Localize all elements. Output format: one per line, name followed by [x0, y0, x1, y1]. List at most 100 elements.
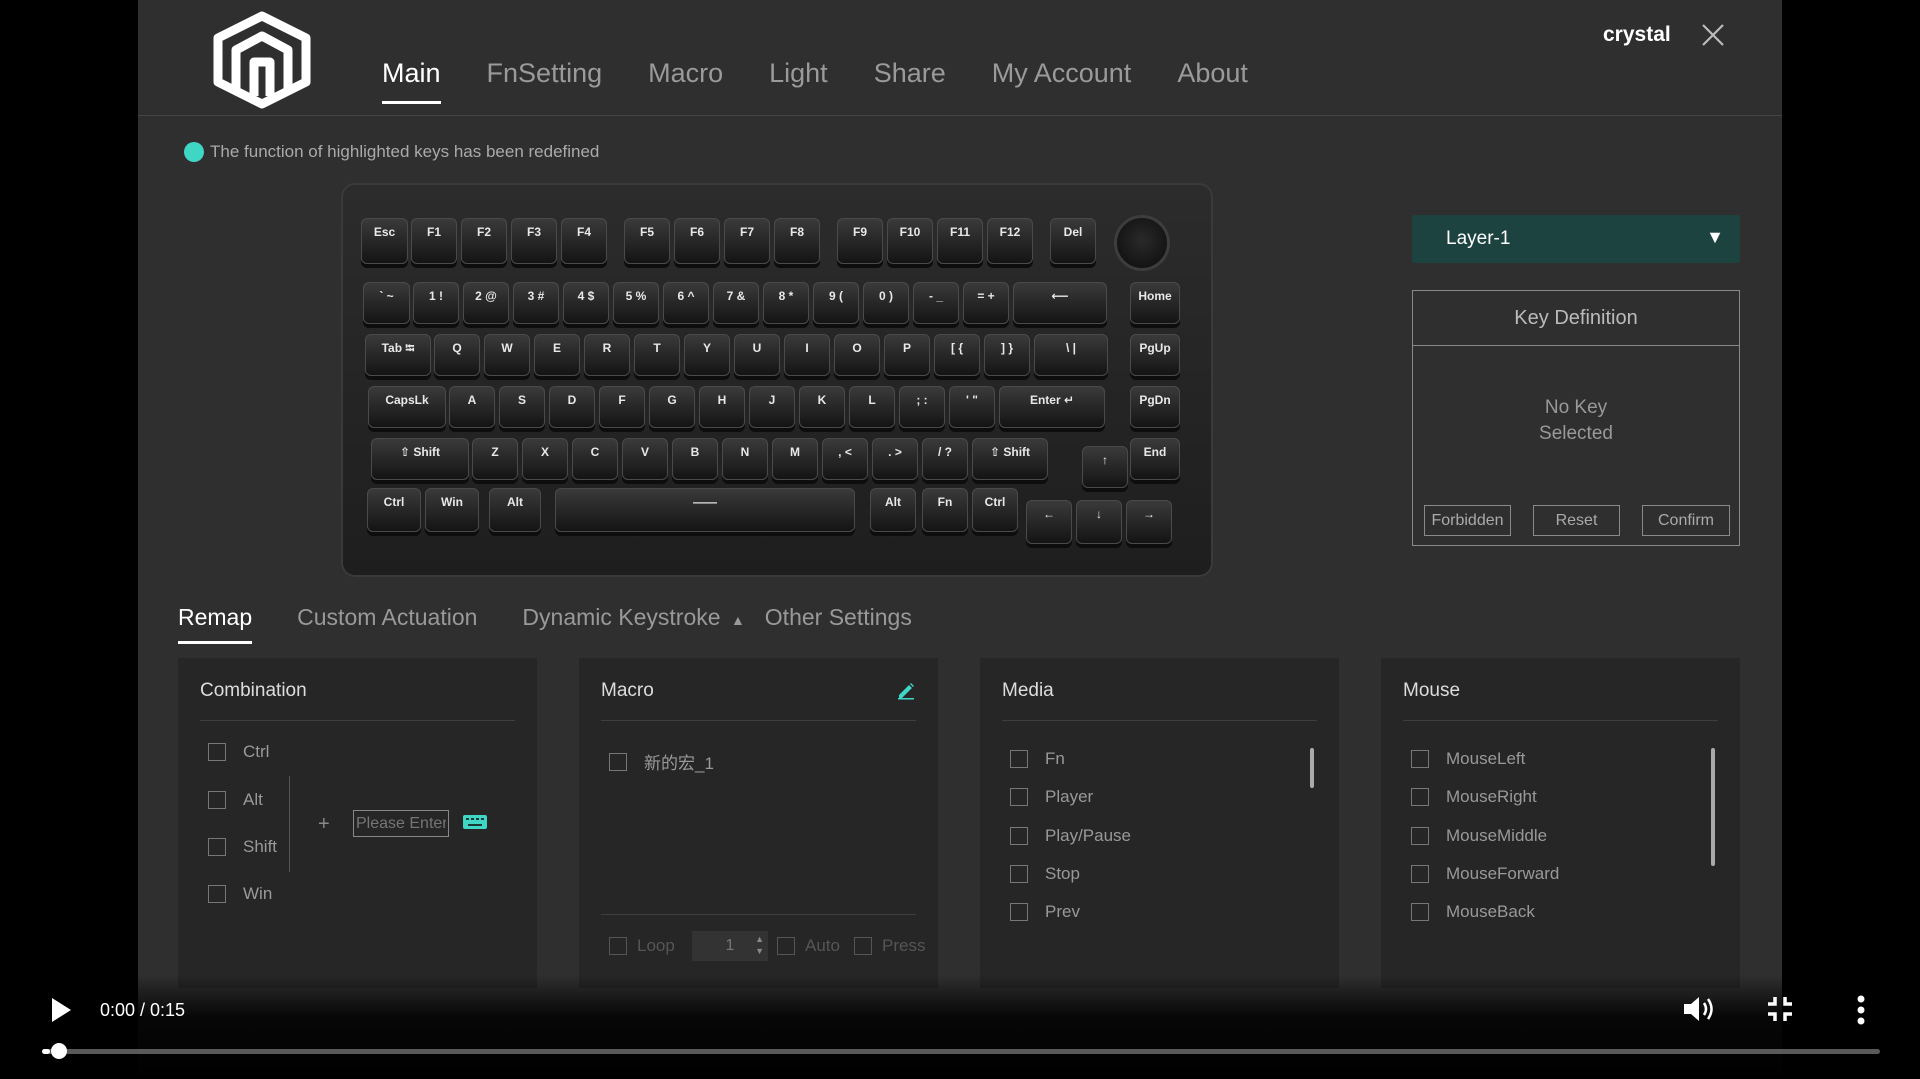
key-4-10[interactable]: / ? — [922, 438, 968, 480]
key-0-1[interactable]: F1 — [411, 218, 457, 264]
layer-select[interactable]: Layer-1 ▼ — [1412, 215, 1740, 263]
key-0-6[interactable]: F6 — [674, 218, 720, 264]
key-0-12[interactable]: F12 — [987, 218, 1033, 264]
keyboard-icon[interactable] — [462, 814, 488, 830]
nav-fnsetting[interactable]: FnSetting — [487, 58, 603, 104]
checkbox[interactable] — [1010, 903, 1028, 921]
forbidden-button[interactable]: Forbidden — [1424, 505, 1511, 536]
checkbox[interactable] — [208, 838, 226, 856]
key-4-2[interactable]: X — [522, 438, 568, 480]
key-2-7[interactable]: U — [734, 334, 780, 376]
checkbox[interactable] — [609, 752, 627, 771]
key-1-10[interactable]: 0 ) — [863, 282, 909, 324]
key-5-0[interactable]: Ctrl — [367, 488, 421, 532]
media-item-prev[interactable]: Prev — [1010, 902, 1080, 922]
key-2-4[interactable]: R — [584, 334, 630, 376]
key-3-3[interactable]: D — [549, 386, 595, 428]
key-3-10[interactable]: ; : — [899, 386, 945, 428]
key-2-14[interactable]: PgUp — [1130, 334, 1180, 376]
key-4-11[interactable]: ⇧ Shift — [972, 438, 1048, 480]
play-icon[interactable] — [49, 996, 73, 1024]
key-1-1[interactable]: 1 ! — [413, 282, 459, 324]
tab-dynamic-keystroke[interactable]: Dynamic Keystroke ▲ — [522, 604, 744, 644]
key-0-2[interactable]: F2 — [461, 218, 507, 264]
media-item-play-pause[interactable]: Play/Pause — [1010, 826, 1131, 846]
key-2-10[interactable]: P — [884, 334, 930, 376]
key-0-5[interactable]: F5 — [624, 218, 670, 264]
nav-share[interactable]: Share — [874, 58, 946, 104]
video-progress-handle[interactable] — [51, 1043, 67, 1059]
modifier-shift[interactable]: Shift — [208, 837, 277, 857]
volume-icon[interactable] — [1682, 994, 1716, 1024]
nav-light[interactable]: Light — [769, 58, 828, 104]
key-4-9[interactable]: . > — [872, 438, 918, 480]
mouse-scrollbar[interactable] — [1711, 748, 1715, 866]
key-2-11[interactable]: [ { — [934, 334, 980, 376]
key-1-3[interactable]: 3 # — [513, 282, 559, 324]
volume-knob[interactable] — [1114, 215, 1170, 271]
key-2-12[interactable]: ] } — [984, 334, 1030, 376]
checkbox[interactable] — [1010, 827, 1028, 845]
key-3-7[interactable]: J — [749, 386, 795, 428]
auto-option[interactable]: Auto — [777, 936, 840, 956]
tab-custom-actuation[interactable]: Custom Actuation — [297, 604, 477, 644]
key-2-13[interactable]: \ | — [1034, 334, 1108, 376]
key-2-5[interactable]: T — [634, 334, 680, 376]
key-3-8[interactable]: K — [799, 386, 845, 428]
mouse-item-forward[interactable]: MouseForward — [1411, 864, 1559, 884]
key-5-3[interactable]: —— — [555, 488, 855, 532]
key-1-11[interactable]: - _ — [913, 282, 959, 324]
key-5-7[interactable]: ← — [1026, 500, 1072, 544]
key-2-9[interactable]: O — [834, 334, 880, 376]
media-item-stop[interactable]: Stop — [1010, 864, 1080, 884]
key-1-0[interactable]: ` ~ — [363, 282, 410, 324]
key-5-4[interactable]: Alt — [870, 488, 916, 532]
key-4-13[interactable]: End — [1130, 438, 1180, 480]
macro-item-1[interactable]: 新的宏_1 — [609, 749, 714, 774]
key-3-2[interactable]: S — [499, 386, 545, 428]
checkbox[interactable] — [609, 937, 627, 955]
exit-fullscreen-icon[interactable] — [1766, 995, 1794, 1023]
reset-button[interactable]: Reset — [1533, 505, 1620, 536]
key-1-5[interactable]: 5 % — [613, 282, 659, 324]
nav-main[interactable]: Main — [382, 58, 441, 104]
media-scrollbar[interactable] — [1310, 748, 1314, 788]
key-3-5[interactable]: G — [649, 386, 695, 428]
key-0-10[interactable]: F10 — [887, 218, 933, 264]
nav-my-account[interactable]: My Account — [992, 58, 1132, 104]
key-4-6[interactable]: N — [722, 438, 768, 480]
checkbox[interactable] — [1411, 827, 1429, 845]
key-3-1[interactable]: A — [449, 386, 495, 428]
key-4-12[interactable]: ↑ — [1082, 446, 1128, 488]
modifier-win[interactable]: Win — [208, 884, 272, 904]
key-0-13[interactable]: Del — [1050, 218, 1096, 264]
key-1-12[interactable]: = + — [963, 282, 1009, 324]
stepper-arrows-icon[interactable]: ▲ ▼ — [755, 933, 764, 957]
key-1-4[interactable]: 4 $ — [563, 282, 609, 324]
media-item-fn[interactable]: Fn — [1010, 749, 1065, 769]
key-4-3[interactable]: C — [572, 438, 618, 480]
checkbox[interactable] — [1010, 865, 1028, 883]
edit-pencil-icon[interactable] — [896, 680, 916, 700]
checkbox[interactable] — [208, 885, 226, 903]
key-4-0[interactable]: ⇧ Shift — [371, 438, 469, 480]
key-4-4[interactable]: V — [622, 438, 668, 480]
press-option[interactable]: Press — [854, 936, 925, 956]
key-1-13[interactable]: ⟵ — [1013, 282, 1107, 324]
key-1-9[interactable]: 9 ( — [813, 282, 859, 324]
key-1-8[interactable]: 8 * — [763, 282, 809, 324]
checkbox[interactable] — [208, 743, 226, 761]
close-icon[interactable] — [1700, 22, 1726, 48]
key-1-2[interactable]: 2 @ — [463, 282, 509, 324]
key-3-4[interactable]: F — [599, 386, 645, 428]
checkbox[interactable] — [1010, 788, 1028, 806]
tab-other-settings[interactable]: Other Settings — [765, 604, 912, 644]
key-0-8[interactable]: F8 — [774, 218, 820, 264]
checkbox[interactable] — [208, 791, 226, 809]
key-0-7[interactable]: F7 — [724, 218, 770, 264]
key-5-8[interactable]: ↓ — [1076, 500, 1122, 544]
key-2-2[interactable]: W — [484, 334, 530, 376]
confirm-button[interactable]: Confirm — [1642, 505, 1730, 536]
key-3-12[interactable]: Enter ↵ — [999, 386, 1105, 428]
key-4-8[interactable]: , < — [822, 438, 868, 480]
